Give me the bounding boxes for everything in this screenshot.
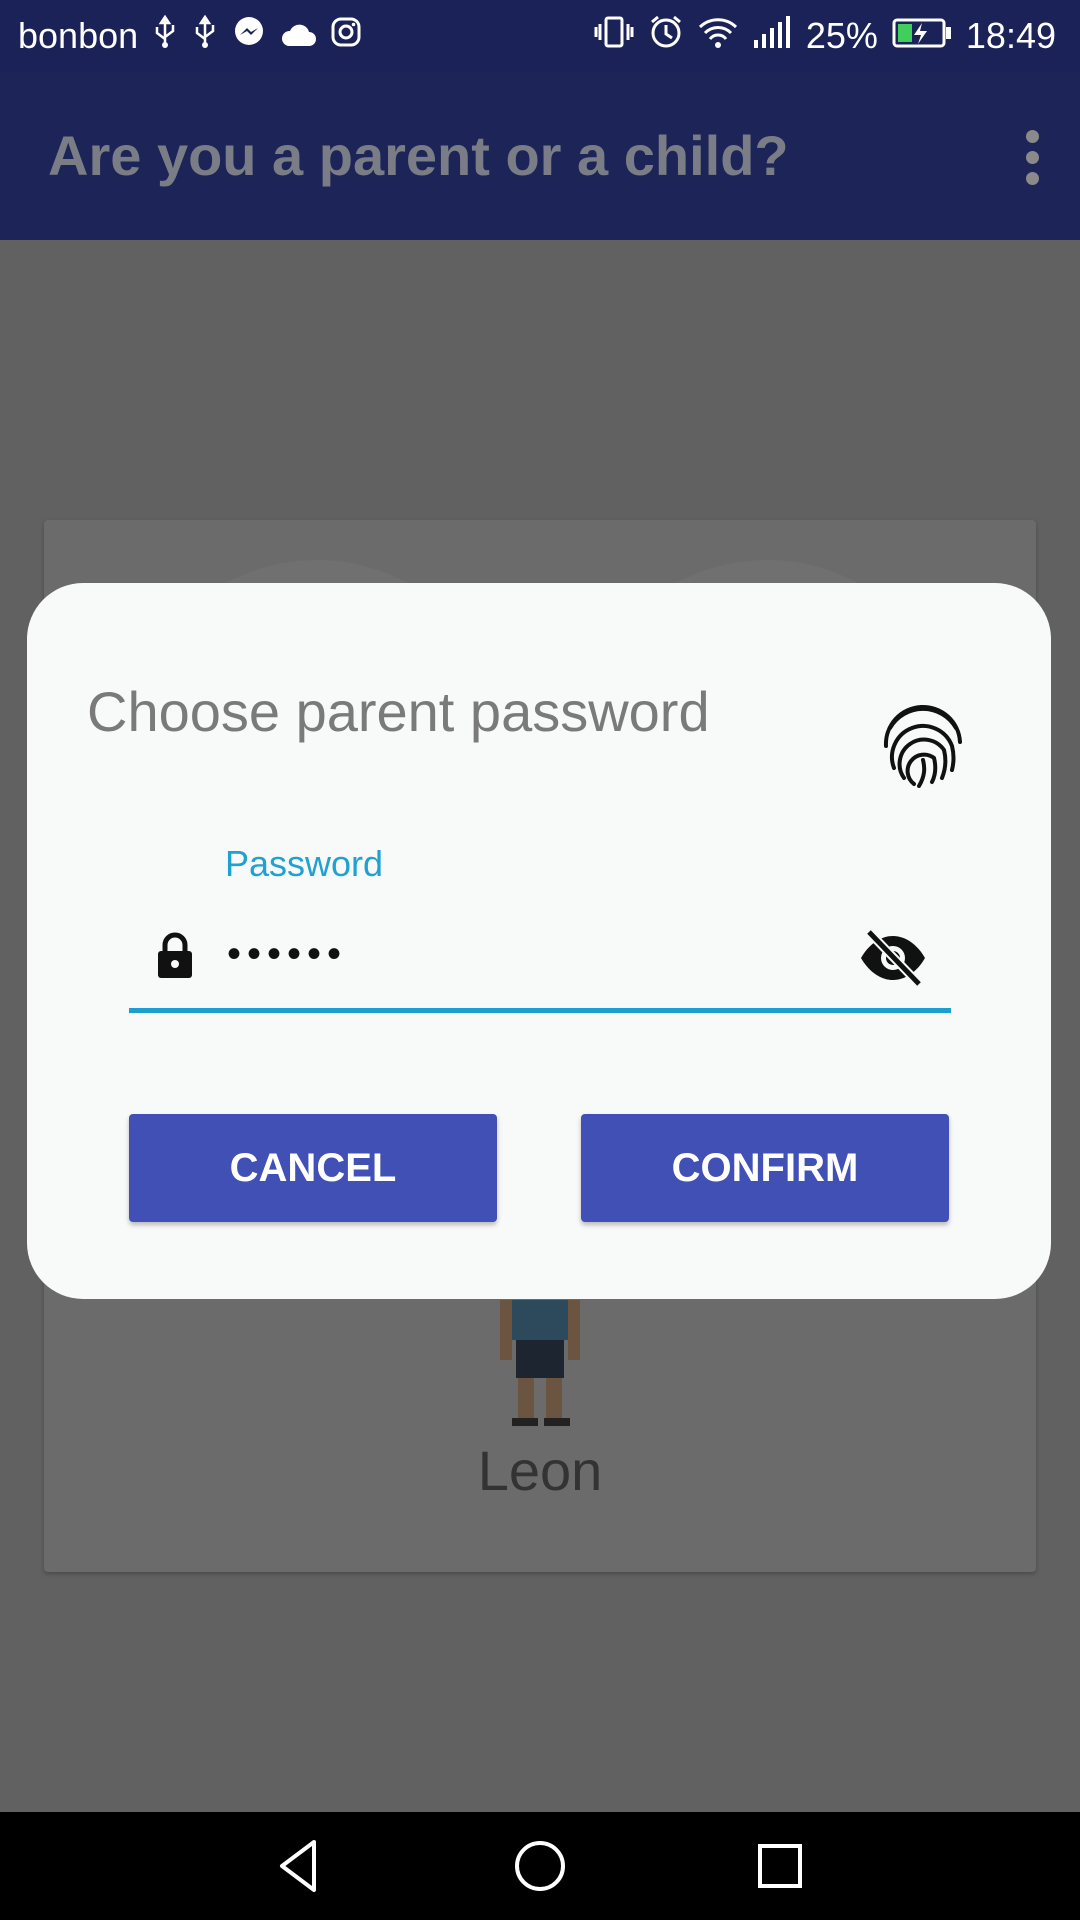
navigation-bar [0,1812,1080,1920]
usb-icon [152,14,178,58]
visibility-off-icon[interactable] [857,928,929,988]
child-name: Leon [477,1439,603,1502]
battery-charging-icon [892,15,952,57]
home-icon[interactable] [508,1834,572,1898]
back-icon[interactable] [268,1834,332,1898]
vibrate-icon [594,15,634,58]
password-field[interactable] [225,919,849,989]
confirm-button[interactable]: CONFIRM [581,1114,949,1222]
password-label: Password [225,843,384,884]
password-dialog: Choose parent password Password CANCEL C… [27,583,1051,1299]
dialog-title: Choose parent password [87,680,710,743]
child-figure [500,1300,580,1426]
usb-icon [192,14,218,58]
status-bar: bonbon 25% 18:49 [0,0,1080,72]
signal-icon [752,15,792,57]
carrier-name: bonbon [18,15,139,56]
clock: 18:49 [965,15,1056,56]
cancel-button[interactable]: CANCEL [129,1114,497,1222]
status-right: 25% 18:49 [594,0,1056,72]
cloud-icon [280,15,317,57]
page-title: Are you a parent or a child? [48,124,789,187]
battery-percent: 25% [805,15,878,56]
overflow-menu-icon[interactable] [1014,130,1050,186]
password-underline [129,1008,951,1013]
instagram-icon [330,15,362,57]
alarm-icon [648,14,684,59]
recents-icon[interactable] [748,1834,812,1898]
status-left: bonbon [18,0,362,72]
wifi-icon [698,15,738,58]
app-bar: Are you a parent or a child? [0,72,1080,240]
messenger-icon [232,15,266,58]
fingerprint-icon[interactable] [882,698,964,788]
lock-icon [158,932,192,978]
